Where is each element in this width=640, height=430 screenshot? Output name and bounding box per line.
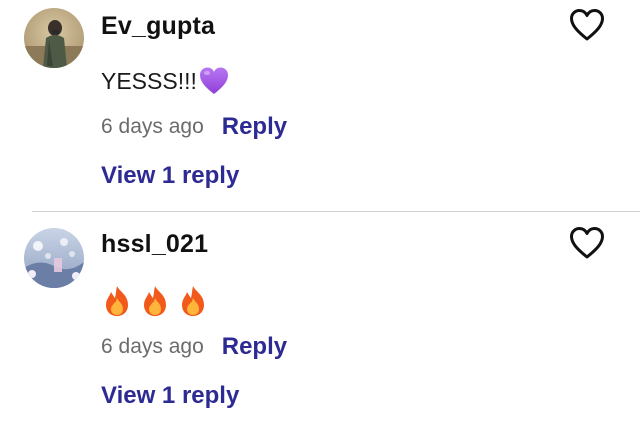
comment-item: Ev_gupta YESSS!!! 6 days ago Reply View	[0, 0, 640, 210]
purple-heart-icon	[198, 65, 230, 97]
avatar-image	[24, 228, 84, 288]
comment-text: YESSS!!!	[101, 62, 230, 100]
fire-icon	[139, 284, 171, 318]
fire-icon	[177, 284, 209, 318]
view-replies-link[interactable]: View 1 reply	[101, 382, 239, 410]
comment-timestamp: 6 days ago	[101, 335, 204, 358]
comment-meta: 6 days ago Reply	[101, 112, 287, 142]
comment-item: hssl_021 6 days ago Reply View 1 reply	[0, 220, 640, 430]
fire-icon	[101, 284, 133, 318]
comment-username[interactable]: Ev_gupta	[101, 12, 215, 41]
like-heart-icon[interactable]	[569, 8, 605, 42]
avatar-image	[24, 8, 84, 68]
view-replies-link[interactable]: View 1 reply	[101, 162, 239, 190]
comment-username[interactable]: hssl_021	[101, 230, 208, 259]
comment-timestamp: 6 days ago	[101, 115, 204, 138]
like-heart-icon[interactable]	[569, 226, 605, 260]
comment-text-content: YESSS!!!	[101, 67, 197, 94]
reply-button[interactable]: Reply	[222, 333, 287, 361]
comment-text	[101, 282, 215, 320]
comment-divider	[32, 211, 640, 212]
avatar[interactable]	[24, 8, 84, 68]
comment-meta: 6 days ago Reply	[101, 332, 287, 362]
avatar[interactable]	[24, 228, 84, 288]
reply-button[interactable]: Reply	[222, 113, 287, 141]
